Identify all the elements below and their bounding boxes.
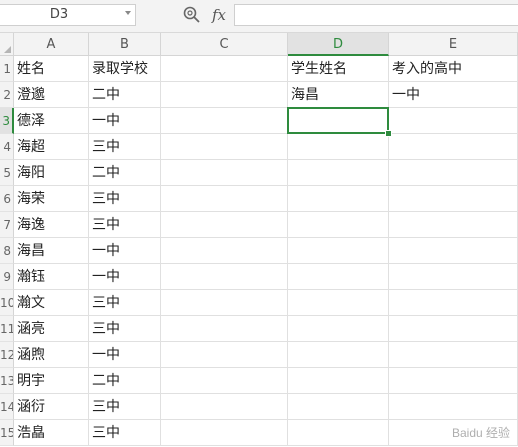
cell-e5[interactable] bbox=[389, 160, 518, 186]
cell-b7[interactable]: 三中 bbox=[89, 212, 161, 238]
cell-e6[interactable] bbox=[389, 186, 518, 212]
cell-a3[interactable]: 德泽 bbox=[14, 108, 89, 134]
cell-b14[interactable]: 三中 bbox=[89, 394, 161, 420]
cell-c3[interactable] bbox=[161, 108, 288, 134]
cell-d13[interactable] bbox=[288, 368, 389, 394]
fx-icon[interactable]: fx bbox=[208, 4, 230, 26]
zoom-search-icon[interactable] bbox=[182, 5, 202, 25]
cell-a8[interactable]: 海昌 bbox=[14, 238, 89, 264]
cell-e13[interactable] bbox=[389, 368, 518, 394]
cell-e9[interactable] bbox=[389, 264, 518, 290]
cell-c15[interactable] bbox=[161, 420, 288, 446]
cell-d6[interactable] bbox=[288, 186, 389, 212]
chevron-down-icon[interactable] bbox=[125, 11, 131, 15]
cell-c11[interactable] bbox=[161, 316, 288, 342]
cell-c5[interactable] bbox=[161, 160, 288, 186]
cell-d10[interactable] bbox=[288, 290, 389, 316]
cell-a1[interactable]: 姓名 bbox=[14, 56, 89, 82]
cell-e8[interactable] bbox=[389, 238, 518, 264]
cell-c13[interactable] bbox=[161, 368, 288, 394]
cell-b10[interactable]: 三中 bbox=[89, 290, 161, 316]
cell-c8[interactable] bbox=[161, 238, 288, 264]
cell-b5[interactable]: 二中 bbox=[89, 160, 161, 186]
cell-b4[interactable]: 三中 bbox=[89, 134, 161, 160]
cell-b8[interactable]: 一中 bbox=[89, 238, 161, 264]
fill-handle[interactable] bbox=[385, 130, 392, 137]
formula-bar: D3 fx bbox=[0, 0, 518, 33]
cell-b2[interactable]: 二中 bbox=[89, 82, 161, 108]
cell-c14[interactable] bbox=[161, 394, 288, 420]
cell-e14[interactable] bbox=[389, 394, 518, 420]
cell-a12[interactable]: 涵煦 bbox=[14, 342, 89, 368]
cell-e10[interactable] bbox=[389, 290, 518, 316]
cell-a7[interactable]: 海逸 bbox=[14, 212, 89, 238]
cell-a13[interactable]: 明宇 bbox=[14, 368, 89, 394]
cell-b11[interactable]: 三中 bbox=[89, 316, 161, 342]
cell-e11[interactable] bbox=[389, 316, 518, 342]
cell-a11[interactable]: 涵亮 bbox=[14, 316, 89, 342]
cell-a2[interactable]: 澄邈 bbox=[14, 82, 89, 108]
cell-c7[interactable] bbox=[161, 212, 288, 238]
cell-e4[interactable] bbox=[389, 134, 518, 160]
active-cell-selection[interactable] bbox=[287, 107, 389, 134]
cell-b9[interactable]: 一中 bbox=[89, 264, 161, 290]
cell-d12[interactable] bbox=[288, 342, 389, 368]
cell-b13[interactable]: 二中 bbox=[89, 368, 161, 394]
cell-d15[interactable] bbox=[288, 420, 389, 446]
cell-e2[interactable]: 一中 bbox=[389, 82, 518, 108]
cell-a6[interactable]: 海荣 bbox=[14, 186, 89, 212]
cell-c9[interactable] bbox=[161, 264, 288, 290]
name-box-value: D3 bbox=[49, 7, 69, 22]
cell-c2[interactable] bbox=[161, 82, 288, 108]
cell-a14[interactable]: 涵衍 bbox=[14, 394, 89, 420]
cell-d4[interactable] bbox=[288, 134, 389, 160]
cell-d1[interactable]: 学生姓名 bbox=[288, 56, 389, 82]
cell-d9[interactable] bbox=[288, 264, 389, 290]
cell-b1[interactable]: 录取学校 bbox=[89, 56, 161, 82]
watermark: Baidu 经验 bbox=[451, 426, 510, 440]
cell-e7[interactable] bbox=[389, 212, 518, 238]
formula-input[interactable] bbox=[234, 4, 518, 26]
cell-c10[interactable] bbox=[161, 290, 288, 316]
cell-c1[interactable] bbox=[161, 56, 288, 82]
cell-e12[interactable] bbox=[389, 342, 518, 368]
cell-c6[interactable] bbox=[161, 186, 288, 212]
cell-d8[interactable] bbox=[288, 238, 389, 264]
cell-b3[interactable]: 一中 bbox=[89, 108, 161, 134]
cell-a9[interactable]: 瀚钰 bbox=[14, 264, 89, 290]
cell-a5[interactable]: 海阳 bbox=[14, 160, 89, 186]
cell-a15[interactable]: 浩皛 bbox=[14, 420, 89, 446]
cell-e3[interactable] bbox=[389, 108, 518, 134]
spreadsheet-grid: ABCDE 1 2 3 4 5 6 7 8 9 10 11 12 13 14 15 姓名 录取学校 学生姓名 考入… bbox=[0, 33, 518, 447]
cell-b12[interactable]: 一中 bbox=[89, 342, 161, 368]
cell-b15[interactable]: 三中 bbox=[89, 420, 161, 446]
name-box[interactable]: D3 bbox=[0, 4, 136, 26]
cell-c4[interactable] bbox=[161, 134, 288, 160]
cells-area: 姓名 录取学校 学生姓名 考入的高中 澄邈 二中 海昌 一中 德泽 一中 海超 三中 海阳 二中 海荣 三中海… bbox=[0, 33, 518, 447]
cell-a10[interactable]: 瀚文 bbox=[14, 290, 89, 316]
cell-b6[interactable]: 三中 bbox=[89, 186, 161, 212]
cell-d11[interactable] bbox=[288, 316, 389, 342]
cell-d5[interactable] bbox=[288, 160, 389, 186]
cell-e1[interactable]: 考入的高中 bbox=[389, 56, 518, 82]
cell-c12[interactable] bbox=[161, 342, 288, 368]
cell-a4[interactable]: 海超 bbox=[14, 134, 89, 160]
cell-d14[interactable] bbox=[288, 394, 389, 420]
cell-d7[interactable] bbox=[288, 212, 389, 238]
cell-d2[interactable]: 海昌 bbox=[288, 82, 389, 108]
